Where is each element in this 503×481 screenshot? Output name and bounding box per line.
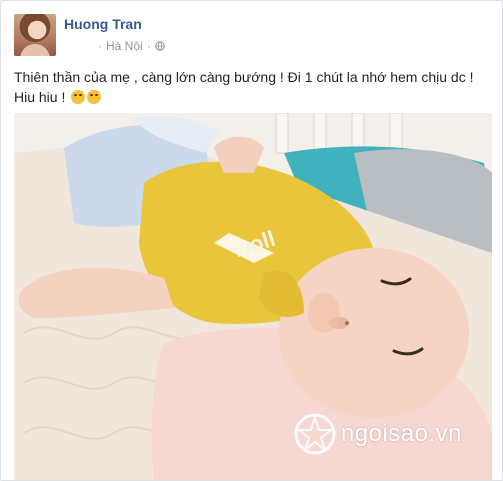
ngoisao-logo-icon xyxy=(294,413,336,455)
meta-separator: · xyxy=(98,39,102,53)
globe-icon[interactable] xyxy=(154,41,165,51)
author-name[interactable]: Huong Tran xyxy=(64,16,142,32)
post-text-line-2: Hiu hiu ! xyxy=(14,87,492,107)
post-meta: · Hà Nội · xyxy=(98,39,165,53)
meta-separator: · xyxy=(146,39,151,53)
author-avatar[interactable] xyxy=(14,14,56,56)
watermark-text: ngoisao.vn xyxy=(340,420,462,447)
post-text: Thiên thần của mẹ , càng lớn càng bướng … xyxy=(14,67,492,107)
post-text-line-2-label: Hiu hiu ! xyxy=(14,89,70,105)
post-header: Huong Tran · Hà Nội · xyxy=(14,14,484,56)
location-link[interactable]: Hà Nội xyxy=(106,39,143,53)
post-text-line-1: Thiên thần của mẹ , càng lớn càng bướng … xyxy=(14,69,474,85)
photo-watermark: ngoisao.vn xyxy=(293,412,462,456)
post-card: Huong Tran · Hà Nội · Thiên thần của mẹ … xyxy=(0,0,503,481)
emoji-persevere-icon xyxy=(71,90,86,104)
post-photo[interactable]: woll ngoisao.vn xyxy=(14,113,492,480)
emoji-weary-icon xyxy=(87,90,102,104)
